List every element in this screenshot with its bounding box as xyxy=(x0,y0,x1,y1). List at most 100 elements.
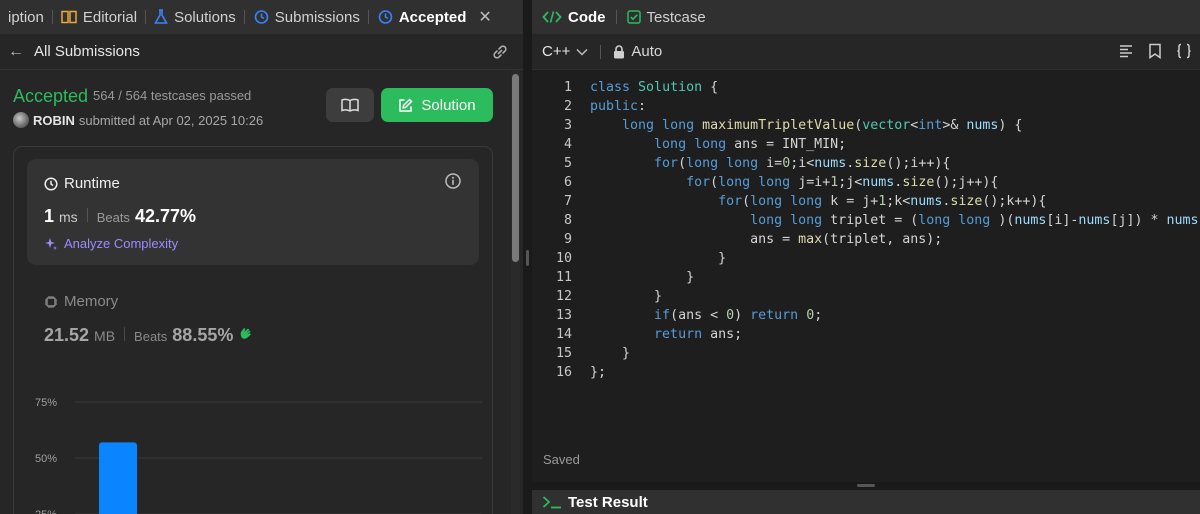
line-number: 3 xyxy=(563,118,572,133)
tab-description-label: iption xyxy=(8,8,44,26)
tab-accepted[interactable]: Accepted ✕ xyxy=(369,0,500,34)
all-submissions-link[interactable]: All Submissions xyxy=(34,43,140,60)
memory-value-row[interactable]: 21.52 MB Beats 88.55% xyxy=(44,325,254,346)
left-scrollbar[interactable] xyxy=(511,70,520,514)
line-number: 9 xyxy=(563,232,572,247)
link-icon[interactable] xyxy=(491,43,509,61)
flask-icon xyxy=(154,9,168,24)
edit-icon xyxy=(399,97,413,112)
resizer-grip[interactable] xyxy=(857,484,875,487)
analyze-complexity-link[interactable]: Analyze Complexity xyxy=(44,236,178,251)
tab-accepted-label: Accepted xyxy=(398,8,467,26)
history-icon xyxy=(378,10,393,24)
tab-code-label: Code xyxy=(568,8,606,26)
code-line: 1 class Solution { xyxy=(532,78,1200,97)
braces-icon[interactable] xyxy=(1176,43,1192,59)
code-text: long long ans = INT_MIN; xyxy=(654,137,847,152)
submitted-time: submitted at Apr 02, 2025 10:26 xyxy=(78,112,264,128)
runtime-beats-label: Beats xyxy=(96,210,130,225)
runtime-value: 1 xyxy=(44,206,55,226)
submission-header: ← All Submissions xyxy=(0,34,523,70)
solution-button[interactable]: Solution xyxy=(381,88,493,122)
line-number: 16 xyxy=(555,365,572,380)
code-line: 2 public: xyxy=(532,97,1200,116)
distribution-chart: 75% 50% 25% xyxy=(35,397,482,514)
y-tick-label: 75% xyxy=(35,397,57,409)
line-number: 6 xyxy=(563,175,572,190)
format-icon[interactable] xyxy=(1118,43,1134,59)
code-text: for(long long k = j+1;k<nums.size();k++)… xyxy=(718,194,1047,209)
avatar[interactable] xyxy=(13,112,29,128)
left-tab-bar: iption Editorial Solutions Submissions A… xyxy=(0,0,523,34)
line-number: 4 xyxy=(563,137,572,152)
code-text: } xyxy=(590,346,631,361)
memory-title[interactable]: Memory xyxy=(44,293,118,310)
code-line: 5 for(long long i=0;i<nums.size();i++){ xyxy=(532,154,1200,173)
editor-resizer[interactable] xyxy=(532,482,1200,490)
code-text: return ans; xyxy=(654,327,743,342)
tab-submissions[interactable]: Submissions xyxy=(245,0,368,34)
code-text: long long maximumTripletValue(vector<int… xyxy=(622,118,1023,133)
auto-label: Auto xyxy=(631,43,663,60)
app-root: iption Editorial Solutions Submissions A… xyxy=(0,0,1200,514)
clock-icon xyxy=(44,176,58,191)
line-number: 15 xyxy=(555,346,572,361)
code-text: public: xyxy=(590,99,647,114)
code-text: for(long long i=0;i<nums.size();i++){ xyxy=(654,156,951,171)
info-icon[interactable] xyxy=(444,172,462,190)
editor-tab-bar: Code Testcase xyxy=(532,0,1200,34)
line-number: 1 xyxy=(563,80,572,95)
tab-description[interactable]: iption xyxy=(0,0,52,34)
code-line: 13 if(ans < 0) return 0; xyxy=(532,306,1200,325)
memory-beats-label: Beats xyxy=(134,329,168,344)
line-number: 12 xyxy=(555,289,572,304)
code-line: 9 ans = max(triplet, ans); xyxy=(532,230,1200,249)
editorial-button[interactable] xyxy=(326,88,374,122)
history-icon xyxy=(254,10,269,24)
line-number: 13 xyxy=(555,308,572,323)
submitter-name[interactable]: ROBIN xyxy=(33,113,75,128)
editor-toolbar: C++ Auto xyxy=(532,34,1200,70)
panel-resizer[interactable] xyxy=(523,0,532,514)
toolbar-actions xyxy=(1118,43,1192,59)
language-select[interactable]: C++ xyxy=(542,43,588,60)
tab-editorial[interactable]: Editorial xyxy=(53,0,145,34)
test-result-header[interactable]: Test Result xyxy=(532,490,1200,514)
close-icon[interactable]: ✕ xyxy=(478,7,491,27)
bookmark-icon[interactable] xyxy=(1148,43,1162,59)
distribution-bar[interactable] xyxy=(99,442,137,514)
code-text: class Solution { xyxy=(590,80,719,95)
code-line: 4 long long ans = INT_MIN; xyxy=(532,135,1200,154)
runtime-unit: ms xyxy=(59,209,78,225)
value-divider xyxy=(86,208,88,222)
tab-testcase-label: Testcase xyxy=(646,8,706,26)
auto-mode[interactable]: Auto xyxy=(613,43,662,60)
runtime-value-row: 1 ms Beats 42.77% xyxy=(44,206,196,227)
book-icon xyxy=(61,10,77,24)
tab-testcase[interactable]: Testcase xyxy=(617,0,716,34)
code-line: 16}; xyxy=(532,363,1200,382)
runtime-title: Runtime xyxy=(44,175,120,192)
line-number: 14 xyxy=(555,327,572,342)
runtime-card[interactable]: Runtime 1 ms Beats 42.77% Analyze Comple… xyxy=(27,159,479,265)
solution-label: Solution xyxy=(421,96,476,114)
code-text: }; xyxy=(590,365,607,380)
tab-solutions[interactable]: Solutions xyxy=(146,0,244,34)
lock-icon xyxy=(614,44,625,58)
scroll-thumb[interactable] xyxy=(512,74,519,262)
line-number: 2 xyxy=(563,99,572,114)
code-editor[interactable]: 1 class Solution { 2 public: 3 long long m… xyxy=(532,78,1200,438)
y-tick-label: 25% xyxy=(35,509,57,514)
test-result-label: Test Result xyxy=(568,493,648,511)
runtime-beats-percent: 42.77% xyxy=(134,206,196,226)
book-open-icon xyxy=(341,98,359,112)
code-line: 10 } xyxy=(532,249,1200,268)
tab-code[interactable]: Code xyxy=(532,0,616,34)
code-text: if(ans < 0) return 0; xyxy=(654,308,823,323)
submitter-info: ROBIN submitted at Apr 02, 2025 10:26 xyxy=(13,112,263,128)
resizer-grip[interactable] xyxy=(526,250,529,266)
code-line: 8 long long triplet = (long long )(nums[… xyxy=(532,211,1200,230)
back-arrow-icon[interactable]: ← xyxy=(8,43,24,61)
toolbar-divider xyxy=(600,44,602,59)
line-number: 7 xyxy=(563,194,572,209)
